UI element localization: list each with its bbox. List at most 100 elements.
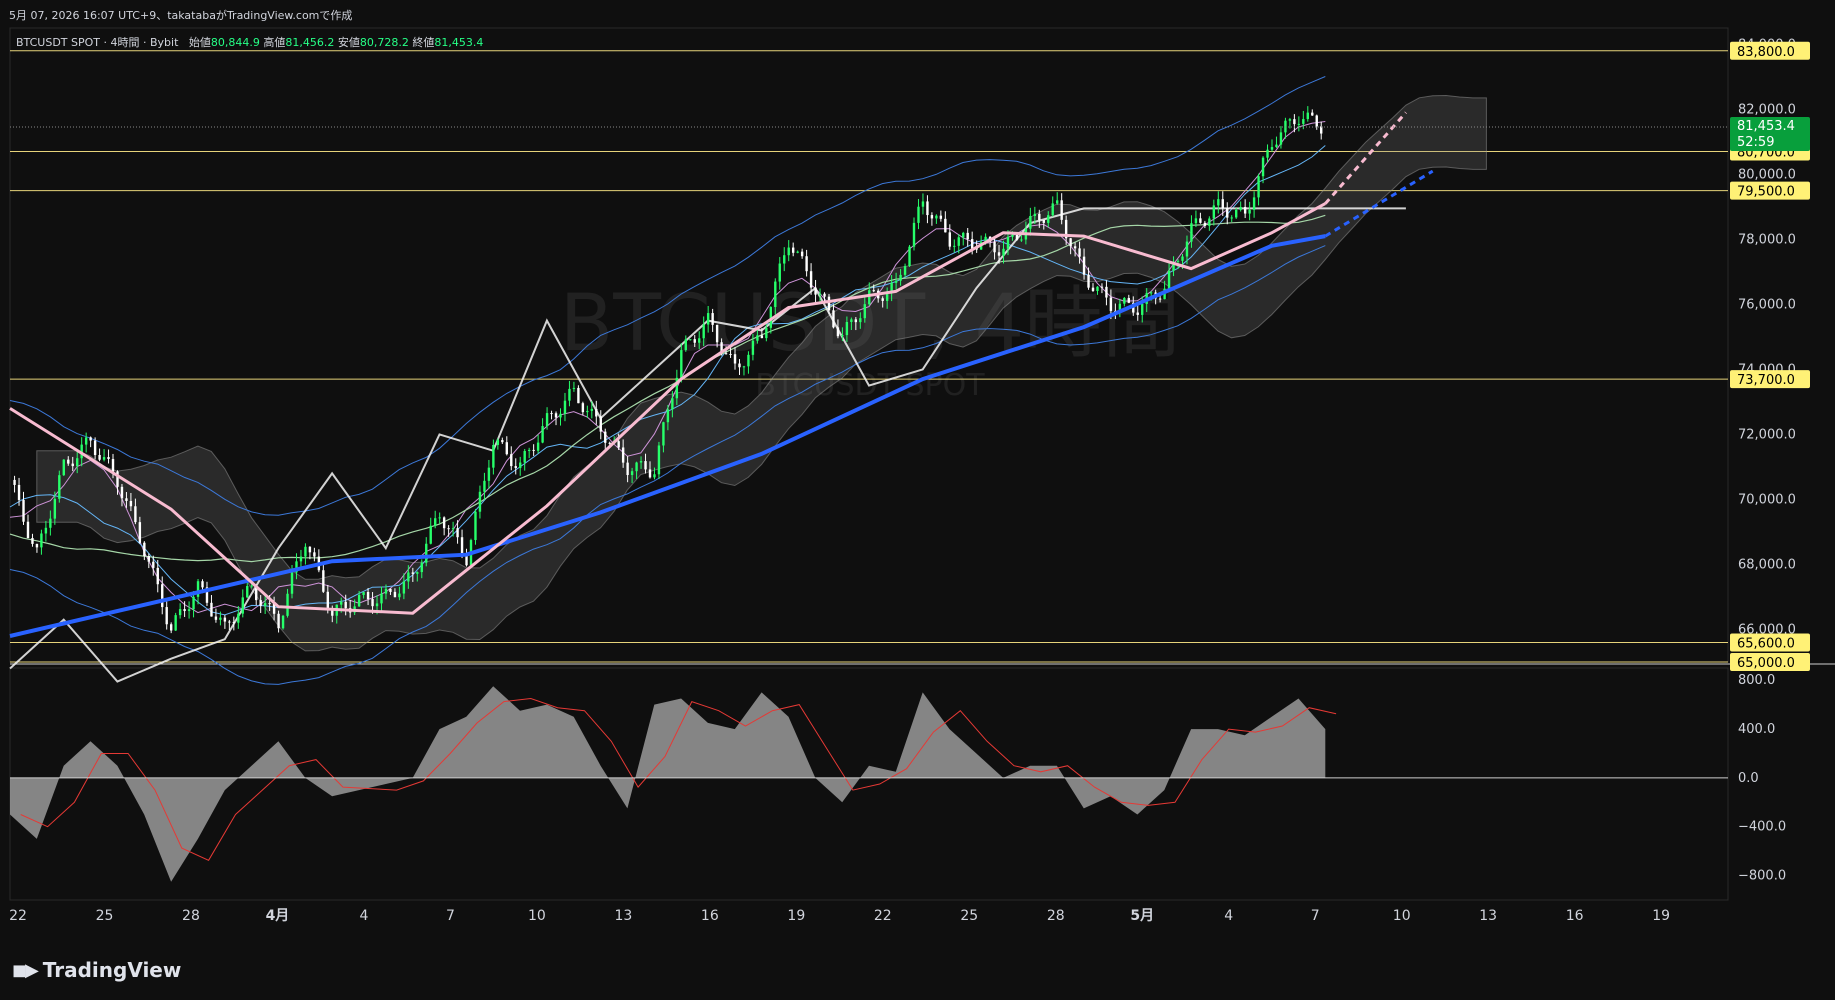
- candle-body: [384, 588, 388, 594]
- candle-body: [1167, 270, 1171, 289]
- candle-body: [1141, 303, 1144, 315]
- candle-body: [993, 241, 996, 253]
- candle-body: [246, 585, 249, 598]
- candle-body: [626, 462, 629, 476]
- candle-body: [1020, 239, 1023, 241]
- candle-body: [290, 572, 294, 594]
- candle-body: [192, 596, 195, 610]
- candle-body: [1243, 206, 1247, 214]
- candle-body: [908, 246, 911, 267]
- candle-body: [165, 607, 168, 625]
- candle-body: [308, 546, 312, 553]
- level-tag-text-3: 73,700.0: [1737, 373, 1795, 388]
- candle-body: [375, 603, 379, 607]
- candle-body: [590, 408, 594, 411]
- candle-body: [340, 601, 343, 605]
- candle-body: [715, 324, 719, 343]
- time-tick-10: 22: [874, 908, 892, 924]
- candle-body: [474, 511, 477, 541]
- candle-body: [232, 621, 236, 623]
- candle-body: [796, 251, 799, 253]
- candle-body: [89, 437, 92, 441]
- tradingview-logo-icon: ◼▶: [12, 959, 39, 981]
- candle-body: [872, 290, 875, 292]
- chart-canvas[interactable]: BTCUSDT, 4時間BTCUSDT SPOT66,000.068,000.0…: [0, 0, 1835, 1000]
- candle-body: [398, 593, 401, 598]
- candle-body: [711, 313, 714, 325]
- candle-body: [492, 444, 495, 468]
- candle-body: [420, 562, 423, 573]
- candle-body: [49, 518, 52, 528]
- candle-body: [178, 609, 182, 616]
- candle-body: [550, 413, 553, 415]
- candle-body: [850, 319, 853, 322]
- candle-body: [832, 310, 835, 328]
- high-value: 81,456.2: [285, 36, 335, 49]
- candle-body: [1252, 197, 1256, 210]
- candle-body: [44, 527, 48, 534]
- candle-body: [1087, 274, 1090, 288]
- candle-body: [76, 458, 79, 467]
- candle-body: [809, 271, 813, 288]
- symbol-label[interactable]: BTCUSDT SPOT · 4時間 · Bybit: [16, 36, 178, 49]
- candle-body: [442, 517, 446, 529]
- candle-body: [1158, 298, 1162, 300]
- chart-window: BTCUSDT, 4時間 BTCUSDT SPOT 66,000.0 68,000.0…: [0, 0, 1835, 1000]
- candle-body: [241, 597, 244, 614]
- level-tag-text-2: 79,500.0: [1737, 185, 1795, 200]
- candle-body: [58, 475, 61, 499]
- candle-body: [787, 247, 790, 256]
- candle-body: [662, 422, 665, 446]
- candle-body: [666, 409, 670, 423]
- candle-body: [389, 588, 392, 592]
- candle-body: [433, 518, 437, 526]
- candle-body: [393, 591, 397, 598]
- candle-body: [447, 528, 450, 530]
- candle-body: [1302, 119, 1305, 124]
- candle-body: [1069, 238, 1072, 247]
- candle-body: [1073, 246, 1077, 249]
- candle-body: [894, 280, 898, 283]
- candle-body: [939, 215, 943, 219]
- tradingview-brand[interactable]: ◼▶ TradingView: [12, 958, 181, 982]
- candle-body: [478, 491, 482, 512]
- candle-body: [639, 461, 643, 463]
- candle-body: [765, 327, 768, 339]
- candle-body: [586, 410, 589, 413]
- candle-body: [223, 617, 227, 622]
- time-tick-14: 4: [1224, 908, 1233, 924]
- candle-body: [1056, 200, 1059, 204]
- candle-body: [814, 287, 817, 295]
- candle-body: [903, 266, 907, 275]
- level-tag-text-5: 65,000.0: [1737, 656, 1795, 671]
- candle-body: [1261, 157, 1265, 177]
- time-tick-15: 7: [1311, 908, 1320, 924]
- time-tick-2: 28: [182, 908, 200, 924]
- candle-body: [1082, 256, 1086, 275]
- candle-body: [1266, 149, 1269, 158]
- candle-body: [152, 561, 155, 568]
- candle-body: [416, 572, 419, 574]
- candle-body: [621, 447, 625, 463]
- candle-body: [1293, 119, 1296, 125]
- candle-body: [174, 615, 177, 631]
- candle-body: [1015, 234, 1019, 240]
- countdown-text: 52:59: [1737, 135, 1774, 150]
- candle-body: [823, 293, 826, 297]
- candle-body: [859, 318, 862, 323]
- candle-body: [962, 232, 965, 238]
- snapshot-caption: 5月 07, 2026 16:07 UTC+9、takatabaがTrading…: [9, 9, 353, 22]
- candle-body: [881, 298, 884, 301]
- candle-body: [22, 499, 25, 522]
- last-price-text: 81,453.4: [1737, 119, 1795, 134]
- candle-body: [899, 274, 902, 281]
- candle-body: [357, 594, 361, 607]
- candle-body: [1297, 123, 1301, 125]
- candle-body: [671, 398, 674, 410]
- candle-body: [62, 459, 65, 476]
- open-value: 80,844.9: [210, 36, 260, 49]
- price-tick-3: 72,000.0: [1738, 427, 1796, 442]
- candle-body: [281, 615, 285, 629]
- candle-body: [299, 556, 303, 562]
- candle-body: [1284, 120, 1287, 133]
